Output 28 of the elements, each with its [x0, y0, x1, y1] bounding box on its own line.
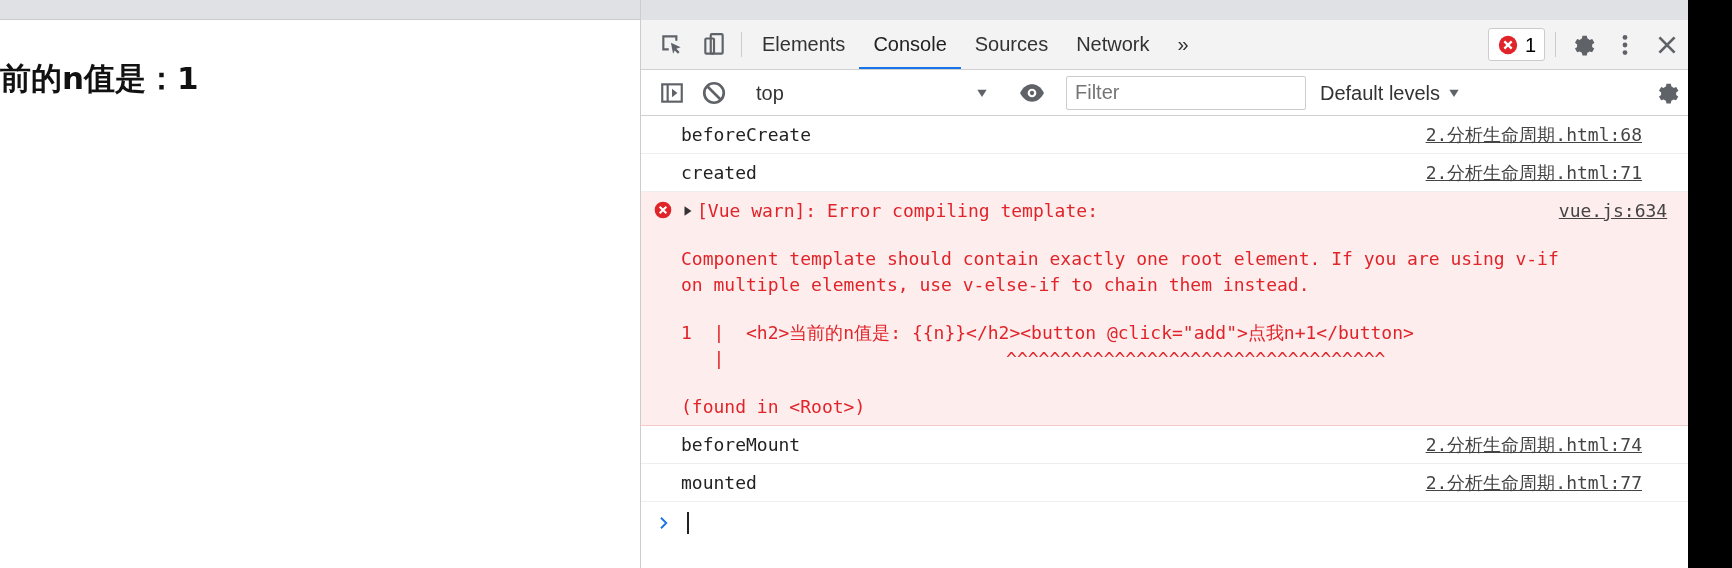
source-link[interactable]: 2.分析生命周期.html:77 [1425, 469, 1642, 496]
source-link[interactable]: 2.分析生命周期.html:74 [1425, 431, 1642, 458]
error-detail: 1 | <h2>当前的n值是: {{n}}</h2><button @click="add">点我n+1</button> | ^^^^^^^^^^^^^^^^^^^^^^^^^^^^^^^^^^^ [681, 321, 1415, 371]
clear-console-icon[interactable] [701, 79, 727, 106]
devtools-tab[interactable]: Console [859, 20, 961, 69]
error-icon [1496, 33, 1519, 56]
source-link[interactable]: vue.js:634 [1558, 197, 1668, 224]
log-message: beforeMount [681, 433, 802, 457]
error-icon [653, 200, 673, 220]
devtools-tab[interactable]: Sources [960, 20, 1063, 69]
devtools-tab[interactable]: Network [1062, 20, 1164, 69]
error-detail: Component template should contain exactly one root element. If you are using v-if on multiple elements, use v-else-if to chain them instead. [681, 247, 1559, 297]
page-heading: 前的n值是：1 [0, 59, 200, 98]
error-count-button[interactable]: 1 [1487, 28, 1545, 61]
error-message: [Vue warn]: Error compiling template: [697, 199, 1099, 223]
log-message: mounted [681, 471, 758, 495]
log-message: created [681, 161, 758, 185]
more-tabs-button[interactable]: » [1163, 20, 1203, 69]
text-cursor [687, 512, 689, 534]
device-icon[interactable] [701, 31, 727, 58]
context-dropdown[interactable]: top [748, 77, 998, 108]
log-message: beforeCreate [681, 123, 813, 147]
source-link[interactable]: 2.分析生命周期.html:68 [1425, 121, 1642, 148]
error-detail: (found in <Root>) [681, 395, 867, 419]
devtools-tab[interactable]: Elements [748, 20, 860, 69]
filter-field[interactable]: Filter [1066, 75, 1306, 110]
log-levels-dropdown[interactable]: Default levels [1314, 76, 1469, 109]
source-link[interactable]: 2.分析生命周期.html:71 [1425, 159, 1642, 186]
